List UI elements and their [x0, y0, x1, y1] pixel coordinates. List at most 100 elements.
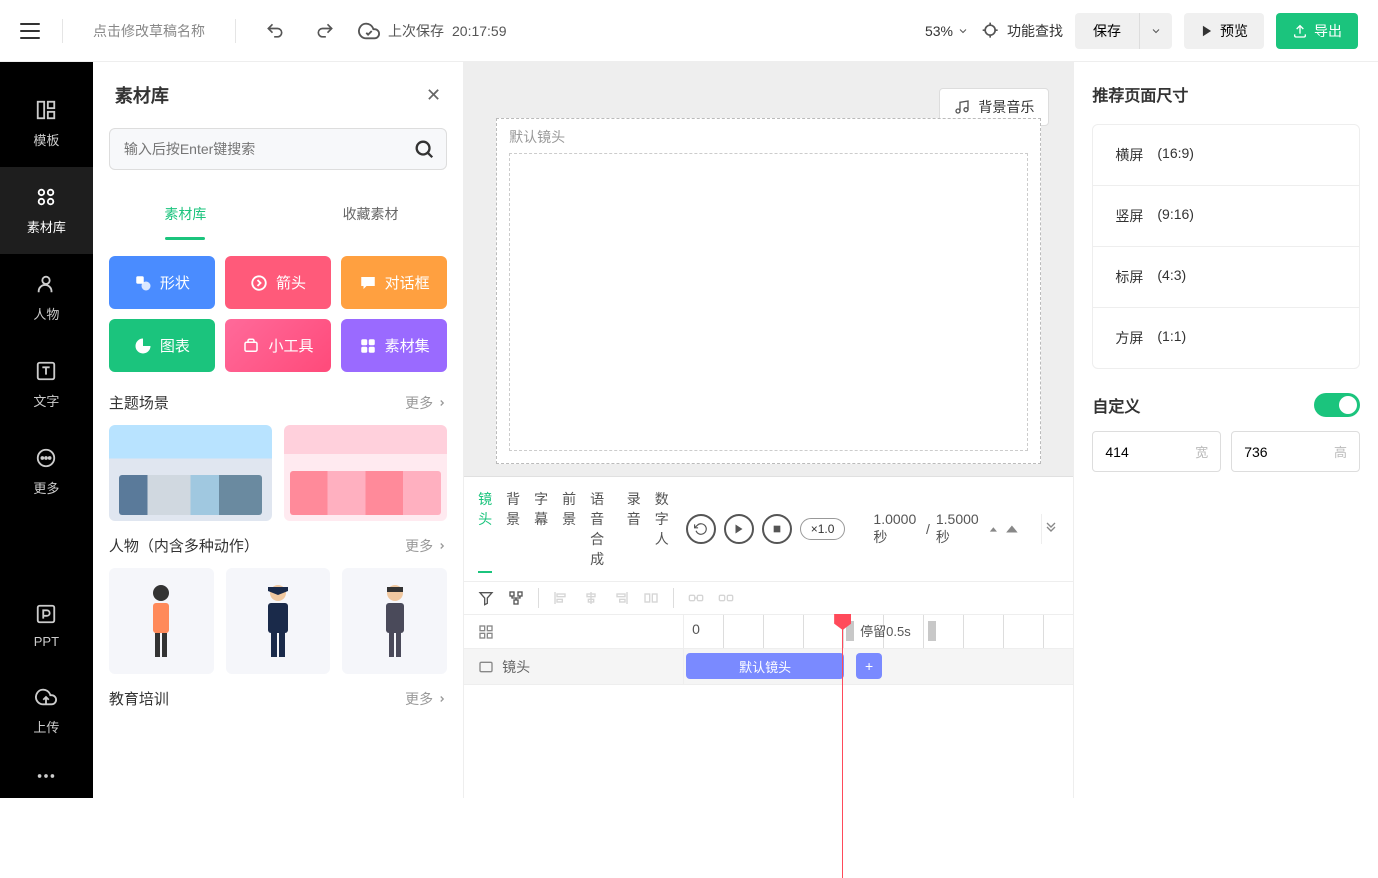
tl-tab-avatar[interactable]: 数字人 — [655, 485, 672, 573]
sidenav-text[interactable]: 文字 — [0, 341, 93, 428]
tl-tab-fg[interactable]: 前景 — [562, 485, 576, 573]
tab-favorite[interactable]: 收藏素材 — [278, 188, 463, 240]
sidenav-ellipsis[interactable] — [0, 754, 93, 798]
chevron-down-icon — [957, 25, 969, 37]
tl-tab-bg[interactable]: 背景 — [506, 485, 520, 573]
person-card-3[interactable] — [342, 568, 447, 674]
tl-tab-record[interactable]: 录音 — [627, 485, 641, 573]
scene-card-office[interactable] — [109, 425, 272, 521]
cloud-check-icon — [358, 20, 380, 42]
category-arrow[interactable]: 箭头 — [225, 256, 331, 309]
shape-icon — [134, 274, 152, 292]
save-button-group: 保存 — [1075, 13, 1172, 49]
category-grid: 形状 箭头 对话框 图表 小工具 素材集 — [109, 256, 447, 372]
category-chart[interactable]: 图表 — [109, 319, 215, 372]
play-button[interactable] — [724, 514, 754, 544]
widget-icon — [242, 337, 260, 355]
more-edu[interactable]: 更多 — [405, 689, 447, 709]
category-collection[interactable]: 素材集 — [341, 319, 447, 372]
section-edu-title: 教育培训 — [109, 688, 169, 709]
ratio-list: 横屏(16:9) 竖屏(9:16) 标屏(4:3) 方屏(1:1) — [1092, 124, 1360, 369]
person-card-1[interactable] — [109, 568, 214, 674]
redo-button[interactable] — [308, 14, 342, 48]
more-icon — [34, 446, 58, 470]
ruler-track[interactable]: 0 停留0.5s — [684, 615, 1073, 648]
export-button[interactable]: 导出 — [1276, 13, 1358, 49]
asset-tabs: 素材库 收藏素材 — [93, 188, 463, 240]
search-input[interactable] — [109, 128, 447, 170]
person-card-2[interactable] — [226, 568, 331, 674]
ratio-4-3[interactable]: 标屏(4:3) — [1093, 247, 1359, 308]
track-scene[interactable]: 默认镜头 + — [684, 649, 1073, 684]
sidenav-ppt[interactable]: PPT — [0, 584, 93, 667]
tl-tab-subtitle[interactable]: 字幕 — [534, 485, 548, 573]
zoom-in-icon[interactable] — [1005, 523, 1019, 535]
category-dialog[interactable]: 对话框 — [341, 256, 447, 309]
tl-tab-tts[interactable]: 语音合成 — [590, 485, 613, 573]
asset-panel: 素材库 ✕ 素材库 收藏素材 形状 箭头 对话框 图表 小工具 素材集 主题场景 — [93, 62, 464, 798]
zoom-out-icon[interactable] — [988, 524, 999, 534]
ratio-9-16[interactable]: 竖屏(9:16) — [1093, 186, 1359, 247]
people-row — [109, 568, 447, 674]
align-right-icon[interactable] — [613, 590, 629, 606]
sidenav-assets[interactable]: 素材库 — [0, 167, 93, 254]
tl-tab-scene[interactable]: 镜头 — [478, 485, 492, 573]
tree-icon[interactable] — [508, 590, 524, 606]
topbar-right: 53% 功能查找 保存 预览 导出 — [925, 13, 1358, 49]
category-shape[interactable]: 形状 — [109, 256, 215, 309]
category-widget[interactable]: 小工具 — [225, 319, 331, 372]
close-icon[interactable]: ✕ — [426, 85, 441, 106]
link-icon[interactable] — [688, 590, 704, 606]
sidenav-more[interactable]: 更多 — [0, 428, 93, 515]
asset-header: 素材库 ✕ — [93, 62, 463, 120]
menu-icon[interactable] — [20, 23, 40, 39]
dimension-inputs: 宽 高 — [1092, 431, 1360, 472]
tab-library[interactable]: 素材库 — [93, 188, 278, 240]
center-area: 背景音乐 默认镜头 镜头 背景 字幕 前景 语音合成 录音 数字人 — [464, 62, 1073, 798]
align-center-icon[interactable] — [583, 590, 599, 606]
ppt-icon — [34, 602, 58, 626]
speed-badge[interactable]: ×1.0 — [800, 518, 846, 540]
sidenav-person[interactable]: 人物 — [0, 254, 93, 341]
ratio-16-9[interactable]: 横屏(16:9) — [1093, 125, 1359, 186]
search-icon[interactable] — [413, 138, 435, 160]
unlink-icon[interactable] — [718, 590, 734, 606]
ratio-1-1[interactable]: 方屏(1:1) — [1093, 308, 1359, 368]
width-input[interactable] — [1105, 444, 1165, 460]
custom-toggle[interactable] — [1314, 393, 1360, 417]
scene-card-kitchen[interactable] — [284, 425, 447, 521]
right-panel: 推荐页面尺寸 横屏(16:9) 竖屏(9:16) 标屏(4:3) 方屏(1:1)… — [1073, 62, 1378, 798]
add-clip-button[interactable]: + — [856, 653, 882, 679]
canvas-area: 背景音乐 默认镜头 — [464, 62, 1073, 476]
filter-icon[interactable] — [478, 590, 494, 606]
sidenav-upload[interactable]: 上传 — [0, 667, 93, 754]
playhead[interactable] — [842, 615, 843, 878]
zoom-selector[interactable]: 53% — [925, 23, 969, 39]
split-icon[interactable] — [643, 590, 659, 606]
custom-row: 自定义 — [1092, 393, 1360, 417]
sidenav-template[interactable]: 模板 — [0, 80, 93, 167]
function-search[interactable]: 功能查找 — [981, 21, 1063, 41]
rewind-button[interactable] — [686, 514, 716, 544]
save-button[interactable]: 保存 — [1075, 13, 1139, 49]
grid-icon[interactable] — [478, 624, 494, 640]
preview-button[interactable]: 预览 — [1184, 13, 1264, 49]
draft-name[interactable]: 点击修改草稿名称 — [85, 17, 213, 45]
stop-button[interactable] — [762, 514, 792, 544]
align-left-icon[interactable] — [553, 590, 569, 606]
expand-button[interactable] — [1041, 514, 1059, 544]
height-input[interactable] — [1244, 444, 1304, 460]
music-icon — [954, 99, 970, 115]
canvas-inner[interactable] — [509, 153, 1028, 451]
more-people[interactable]: 更多 — [405, 536, 447, 556]
timeline: 镜头 背景 字幕 前景 语音合成 录音 数字人 ×1.0 1.0000 秒/1.… — [464, 476, 1073, 798]
chevron-right-icon — [437, 694, 447, 704]
stay-label: 停留0.5s — [860, 621, 911, 640]
timeline-toolbar — [464, 582, 1073, 615]
chevron-right-icon — [437, 541, 447, 551]
clip-default[interactable]: 默认镜头 — [686, 653, 844, 679]
canvas-frame[interactable]: 默认镜头 — [496, 118, 1041, 464]
save-dropdown[interactable] — [1139, 13, 1172, 49]
undo-button[interactable] — [258, 14, 292, 48]
more-scene[interactable]: 更多 — [405, 393, 447, 413]
